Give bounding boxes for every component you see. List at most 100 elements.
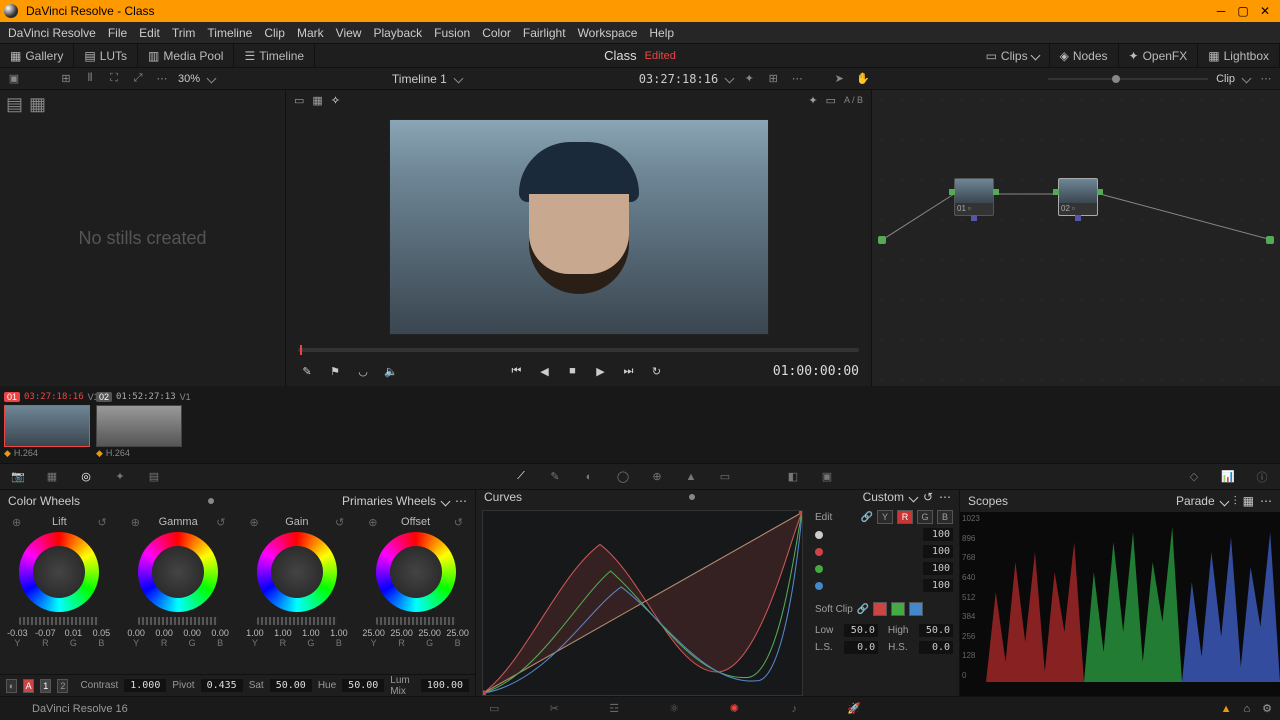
gallery-view1-icon[interactable]: ▤ bbox=[6, 94, 23, 115]
curves-mode[interactable]: Custom bbox=[863, 490, 904, 504]
more3-icon[interactable]: ⋯ bbox=[1258, 71, 1274, 87]
warning-icon[interactable]: ▲ bbox=[1221, 703, 1232, 715]
palette-info-icon[interactable]: ⓘ bbox=[1252, 467, 1272, 487]
wheel-Gain-control[interactable] bbox=[257, 532, 337, 612]
hue-value[interactable]: 50.00 bbox=[342, 679, 384, 692]
timeline-toggle[interactable]: ☰ Timeline bbox=[234, 44, 315, 68]
fullscreen-icon[interactable]: ⛶ bbox=[106, 71, 122, 87]
wheel-Offset-control[interactable] bbox=[376, 532, 456, 612]
palette-magic-icon[interactable]: ▲ bbox=[681, 467, 701, 487]
gallery-toggle[interactable]: ▦ Gallery bbox=[0, 44, 74, 68]
picker-icon[interactable]: ✎ bbox=[298, 362, 316, 380]
wheel-Gamma-jog[interactable] bbox=[138, 617, 218, 625]
int-g[interactable]: 100 bbox=[923, 562, 953, 575]
play-icon[interactable]: ▶ bbox=[591, 362, 609, 380]
grid2-icon[interactable]: ⊞ bbox=[765, 71, 781, 87]
scopes-more-icon[interactable]: ⋯ bbox=[1260, 494, 1272, 508]
scopes-opt1-icon[interactable]: ⫶ bbox=[1234, 494, 1237, 509]
auto-balance-icon[interactable]: ◐ bbox=[6, 679, 17, 693]
lummix-value[interactable]: 100.00 bbox=[421, 679, 469, 692]
scopes-opt2-icon[interactable]: ▦ bbox=[1243, 494, 1254, 508]
more2-icon[interactable]: ⋯ bbox=[789, 71, 805, 87]
menu-color[interactable]: Color bbox=[482, 26, 511, 40]
wheels-mode[interactable]: Primaries Wheels bbox=[342, 494, 436, 508]
prev-clip-icon[interactable]: ⏮ bbox=[507, 362, 525, 380]
palette-key-icon[interactable]: ◧ bbox=[783, 467, 803, 487]
softclip-b[interactable] bbox=[909, 602, 923, 616]
gallery-view2-icon[interactable]: ▦ bbox=[29, 94, 46, 115]
menu-davinci[interactable]: DaVinci Resolve bbox=[8, 26, 96, 40]
menu-playback[interactable]: Playback bbox=[373, 26, 422, 40]
palette-rgb-icon[interactable]: ▤ bbox=[144, 467, 164, 487]
menu-edit[interactable]: Edit bbox=[139, 26, 160, 40]
transport-timecode[interactable]: 01:00:00:00 bbox=[773, 364, 859, 379]
int-b[interactable]: 100 bbox=[923, 579, 953, 592]
sparkle-icon[interactable]: ✦ bbox=[808, 94, 817, 107]
home-icon[interactable]: ⌂ bbox=[1243, 703, 1250, 715]
wheel-Lift-picker-icon[interactable]: ⊕ bbox=[12, 516, 21, 529]
node-01[interactable]: 01 ▫ bbox=[954, 178, 994, 216]
palette-curves-icon[interactable]: ⟋ bbox=[511, 467, 531, 487]
stop-icon[interactable]: ■ bbox=[563, 362, 581, 380]
wheel-Lift-jog[interactable] bbox=[19, 617, 99, 625]
timeline-name[interactable]: Timeline 1 bbox=[392, 72, 447, 86]
menu-workspace[interactable]: Workspace bbox=[578, 26, 638, 40]
menu-help[interactable]: Help bbox=[649, 26, 674, 40]
palette-colormatch-icon[interactable]: ▦ bbox=[42, 467, 62, 487]
softclip-r[interactable] bbox=[873, 602, 887, 616]
menu-clip[interactable]: Clip bbox=[264, 26, 285, 40]
page-2[interactable]: 2 bbox=[57, 679, 68, 693]
softclip-g[interactable] bbox=[891, 602, 905, 616]
clip-mode[interactable]: Clip bbox=[1216, 73, 1235, 85]
wheel-Lift-reset-icon[interactable]: ↺ bbox=[98, 516, 107, 529]
pivot-value[interactable]: 0.435 bbox=[201, 679, 243, 692]
palette-warper-icon[interactable]: ✎ bbox=[545, 467, 565, 487]
contrast-value[interactable]: 1.000 bbox=[124, 679, 166, 692]
palette-camera-icon[interactable]: 📷 bbox=[8, 467, 28, 487]
clips-toggle[interactable]: ▭ Clips bbox=[976, 44, 1050, 68]
wheel-Offset-jog[interactable] bbox=[376, 617, 456, 625]
sc-high[interactable]: 50.0 bbox=[919, 624, 953, 637]
node-output[interactable] bbox=[1266, 236, 1274, 244]
menu-mark[interactable]: Mark bbox=[297, 26, 324, 40]
node-input[interactable] bbox=[878, 236, 886, 244]
page-cut-icon[interactable]: ✂ bbox=[544, 699, 564, 719]
minimize-button[interactable]: ─ bbox=[1210, 2, 1232, 20]
view-mode1-icon[interactable]: ▭ bbox=[294, 94, 304, 107]
viewer-image[interactable] bbox=[286, 110, 871, 344]
palette-wheels-icon[interactable]: ◎ bbox=[76, 467, 96, 487]
flag-icon[interactable]: ⚑ bbox=[326, 362, 344, 380]
palette-sizing-icon[interactable]: ▣ bbox=[817, 467, 837, 487]
node-graph[interactable]: 01 ▫ 02 ▫ bbox=[872, 90, 1280, 386]
tool-crop-icon[interactable]: ▣ bbox=[6, 71, 22, 87]
mediapool-toggle[interactable]: ▥ Media Pool bbox=[138, 44, 234, 68]
lightbox-toggle[interactable]: ▦ Lightbox bbox=[1198, 44, 1280, 68]
hand-icon[interactable]: ✋ bbox=[855, 71, 871, 87]
palette-hdr-icon[interactable]: ✦ bbox=[110, 467, 130, 487]
sc-ls[interactable]: 0.0 bbox=[844, 641, 878, 654]
view-mode2-icon[interactable]: ▦ bbox=[312, 94, 322, 107]
magicmask-icon[interactable]: ✧ bbox=[331, 94, 340, 107]
page-color-icon[interactable]: ✺ bbox=[724, 699, 744, 719]
sat-value[interactable]: 50.00 bbox=[270, 679, 312, 692]
bypass-icon[interactable]: ▭ bbox=[826, 94, 836, 107]
curves-g-btn[interactable]: G bbox=[917, 510, 933, 524]
palette-scopes-icon[interactable]: 📊 bbox=[1218, 467, 1238, 487]
wheel-Offset-reset-icon[interactable]: ↺ bbox=[454, 516, 463, 529]
page-fairlight-icon[interactable]: ♪ bbox=[784, 699, 804, 719]
palette-window-icon[interactable]: ◯ bbox=[613, 467, 633, 487]
menu-fairlight[interactable]: Fairlight bbox=[523, 26, 566, 40]
wheel-Gain-picker-icon[interactable]: ⊕ bbox=[250, 516, 259, 529]
curves-more-icon[interactable]: ⋯ bbox=[939, 490, 951, 504]
curves-reset-icon[interactable]: ↺ bbox=[923, 490, 933, 504]
scopes-mode[interactable]: Parade bbox=[1176, 494, 1215, 508]
menu-view[interactable]: View bbox=[336, 26, 362, 40]
sc-hs[interactable]: 0.0 bbox=[919, 641, 953, 654]
palette-keyframe-icon[interactable]: ◇ bbox=[1184, 467, 1204, 487]
palette-blur-icon[interactable]: ▭ bbox=[715, 467, 735, 487]
wheel-Gamma-reset-icon[interactable]: ↺ bbox=[216, 516, 225, 529]
palette-tracking-icon[interactable]: ⊕ bbox=[647, 467, 667, 487]
clip-thumb-01[interactable]: 0103:27:18:16V1 ◆H.264 bbox=[4, 390, 90, 459]
wheel-Gain-reset-icon[interactable]: ↺ bbox=[335, 516, 344, 529]
settings-icon[interactable]: ⚙ bbox=[1262, 702, 1272, 715]
